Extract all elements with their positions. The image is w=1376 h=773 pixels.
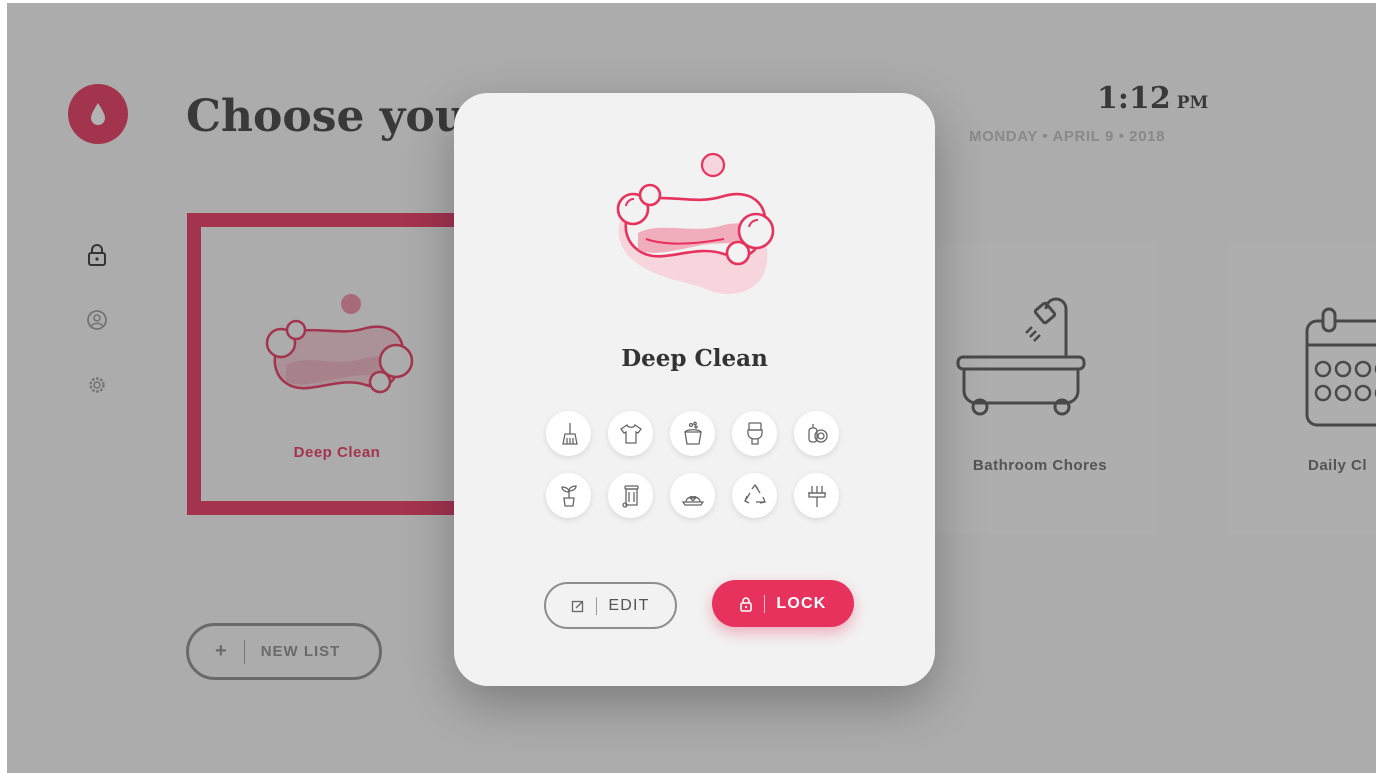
dish-soap-icon [807,423,828,443]
chore-pets[interactable] [670,473,715,518]
chore-toilet[interactable] [732,411,777,456]
chore-windows[interactable] [794,473,839,518]
list-detail-modal: Deep Clean EDIT LOCK [454,93,935,686]
plant-icon [560,484,577,507]
toilet-icon [746,421,763,445]
broom-icon [561,422,578,445]
edit-label: EDIT [608,596,650,614]
recycle-icon [743,483,766,504]
chore-recycling[interactable] [732,473,777,518]
bucket-icon [683,421,702,445]
lock-icon [739,596,753,612]
chore-trash[interactable] [608,473,653,518]
app-window: Choose your 1:12 PM MONDAY • APRIL 9 • 20… [7,3,1376,773]
shirt-icon [619,423,642,444]
chore-plants[interactable] [546,473,591,518]
edit-icon [571,599,585,613]
modal-title: Deep Clean [621,345,768,372]
lock-button[interactable]: LOCK [712,580,854,627]
soap-icon [616,152,775,294]
divider [596,596,598,615]
squeegee-icon [807,485,826,507]
lock-label: LOCK [776,594,827,612]
chore-dishes[interactable] [794,411,839,456]
chore-icon-grid [546,411,846,518]
trash-bin-icon [621,484,639,508]
edit-button[interactable]: EDIT [544,582,677,629]
pet-bowl-icon [681,495,704,506]
chore-broom[interactable] [546,411,591,456]
divider [764,594,766,613]
chore-laundry[interactable] [608,411,653,456]
chore-bucket[interactable] [670,411,715,456]
